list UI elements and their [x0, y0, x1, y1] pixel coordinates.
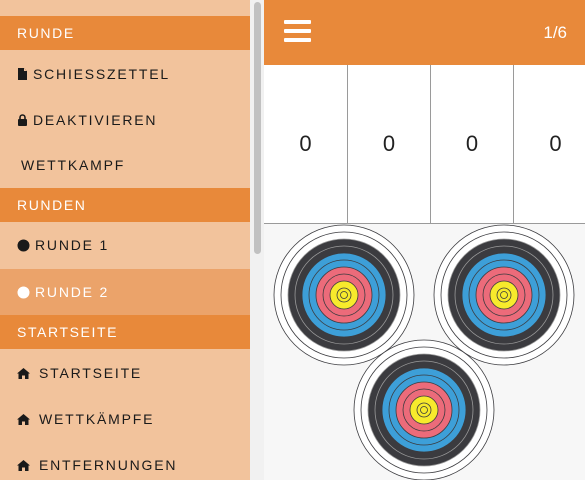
menu-item-startseite[interactable]: STARTSEITE [0, 350, 250, 396]
target-face[interactable] [353, 339, 495, 480]
sidebar: RUNDE SCHIESSZETTEL DEAKTIVIEREN WETTKAM… [0, 0, 250, 480]
menu-item-deaktivieren[interactable]: DEAKTIVIEREN [0, 97, 250, 143]
target-face[interactable] [433, 224, 575, 366]
home-icon [17, 413, 30, 425]
score-cell[interactable]: 0 [514, 65, 585, 223]
file-icon [17, 68, 28, 80]
menu-item-label: ENTFERNUNGEN [39, 457, 178, 473]
target-face[interactable] [273, 224, 415, 366]
menu-item-label: WETTKÄMPFE [39, 411, 155, 427]
hamburger-icon[interactable] [284, 20, 311, 42]
menu-item-label: DEAKTIVIEREN [33, 112, 158, 128]
menu-item-label: STARTSEITE [39, 365, 143, 381]
target-area [264, 224, 585, 480]
menu-item-runde-1[interactable]: RUNDE 1 [0, 222, 250, 268]
menu-item-schiesszettel[interactable]: SCHIESSZETTEL [0, 51, 250, 97]
target-ring [420, 406, 428, 414]
menu-item-label: SCHIESSZETTEL [33, 66, 170, 82]
targets-canvas [273, 224, 575, 480]
target-ring [500, 291, 508, 299]
home-icon [17, 459, 30, 471]
menu-item-wettkampf[interactable]: WETTKAMPF [0, 142, 250, 188]
section-header-startseite: STARTSEITE [0, 315, 250, 349]
lock-icon [17, 114, 28, 126]
circle-filled-icon [17, 239, 30, 252]
app-window: RUNDE SCHIESSZETTEL DEAKTIVIEREN WETTKAM… [0, 0, 585, 480]
score-cell[interactable]: 0 [348, 65, 431, 223]
menu-item-label: RUNDE 1 [35, 237, 110, 253]
menu-item-label: RUNDE 2 [35, 284, 110, 300]
score-cell[interactable]: 0 [264, 65, 348, 223]
score-row: 0 0 0 0 [264, 65, 585, 224]
sidebar-scrollbar-thumb[interactable] [254, 2, 261, 254]
arrow-counter: 1/6 [543, 23, 567, 42]
home-icon [17, 367, 30, 379]
main-panel: 1/6 0 0 0 0 [264, 0, 585, 480]
circle-white-icon [17, 286, 30, 299]
top-bar: 1/6 [264, 0, 585, 65]
menu-item-runde-2[interactable]: RUNDE 2 [0, 269, 250, 315]
section-header-runden: RUNDEN [0, 188, 250, 222]
menu-item-entfernungen[interactable]: ENTFERNUNGEN [0, 442, 250, 480]
target-ring [340, 291, 348, 299]
section-header-runde: RUNDE [0, 16, 250, 50]
menu-item-wettkaempfe[interactable]: WETTKÄMPFE [0, 396, 250, 442]
menu-item-label: WETTKAMPF [21, 157, 126, 173]
score-cell[interactable]: 0 [431, 65, 514, 223]
